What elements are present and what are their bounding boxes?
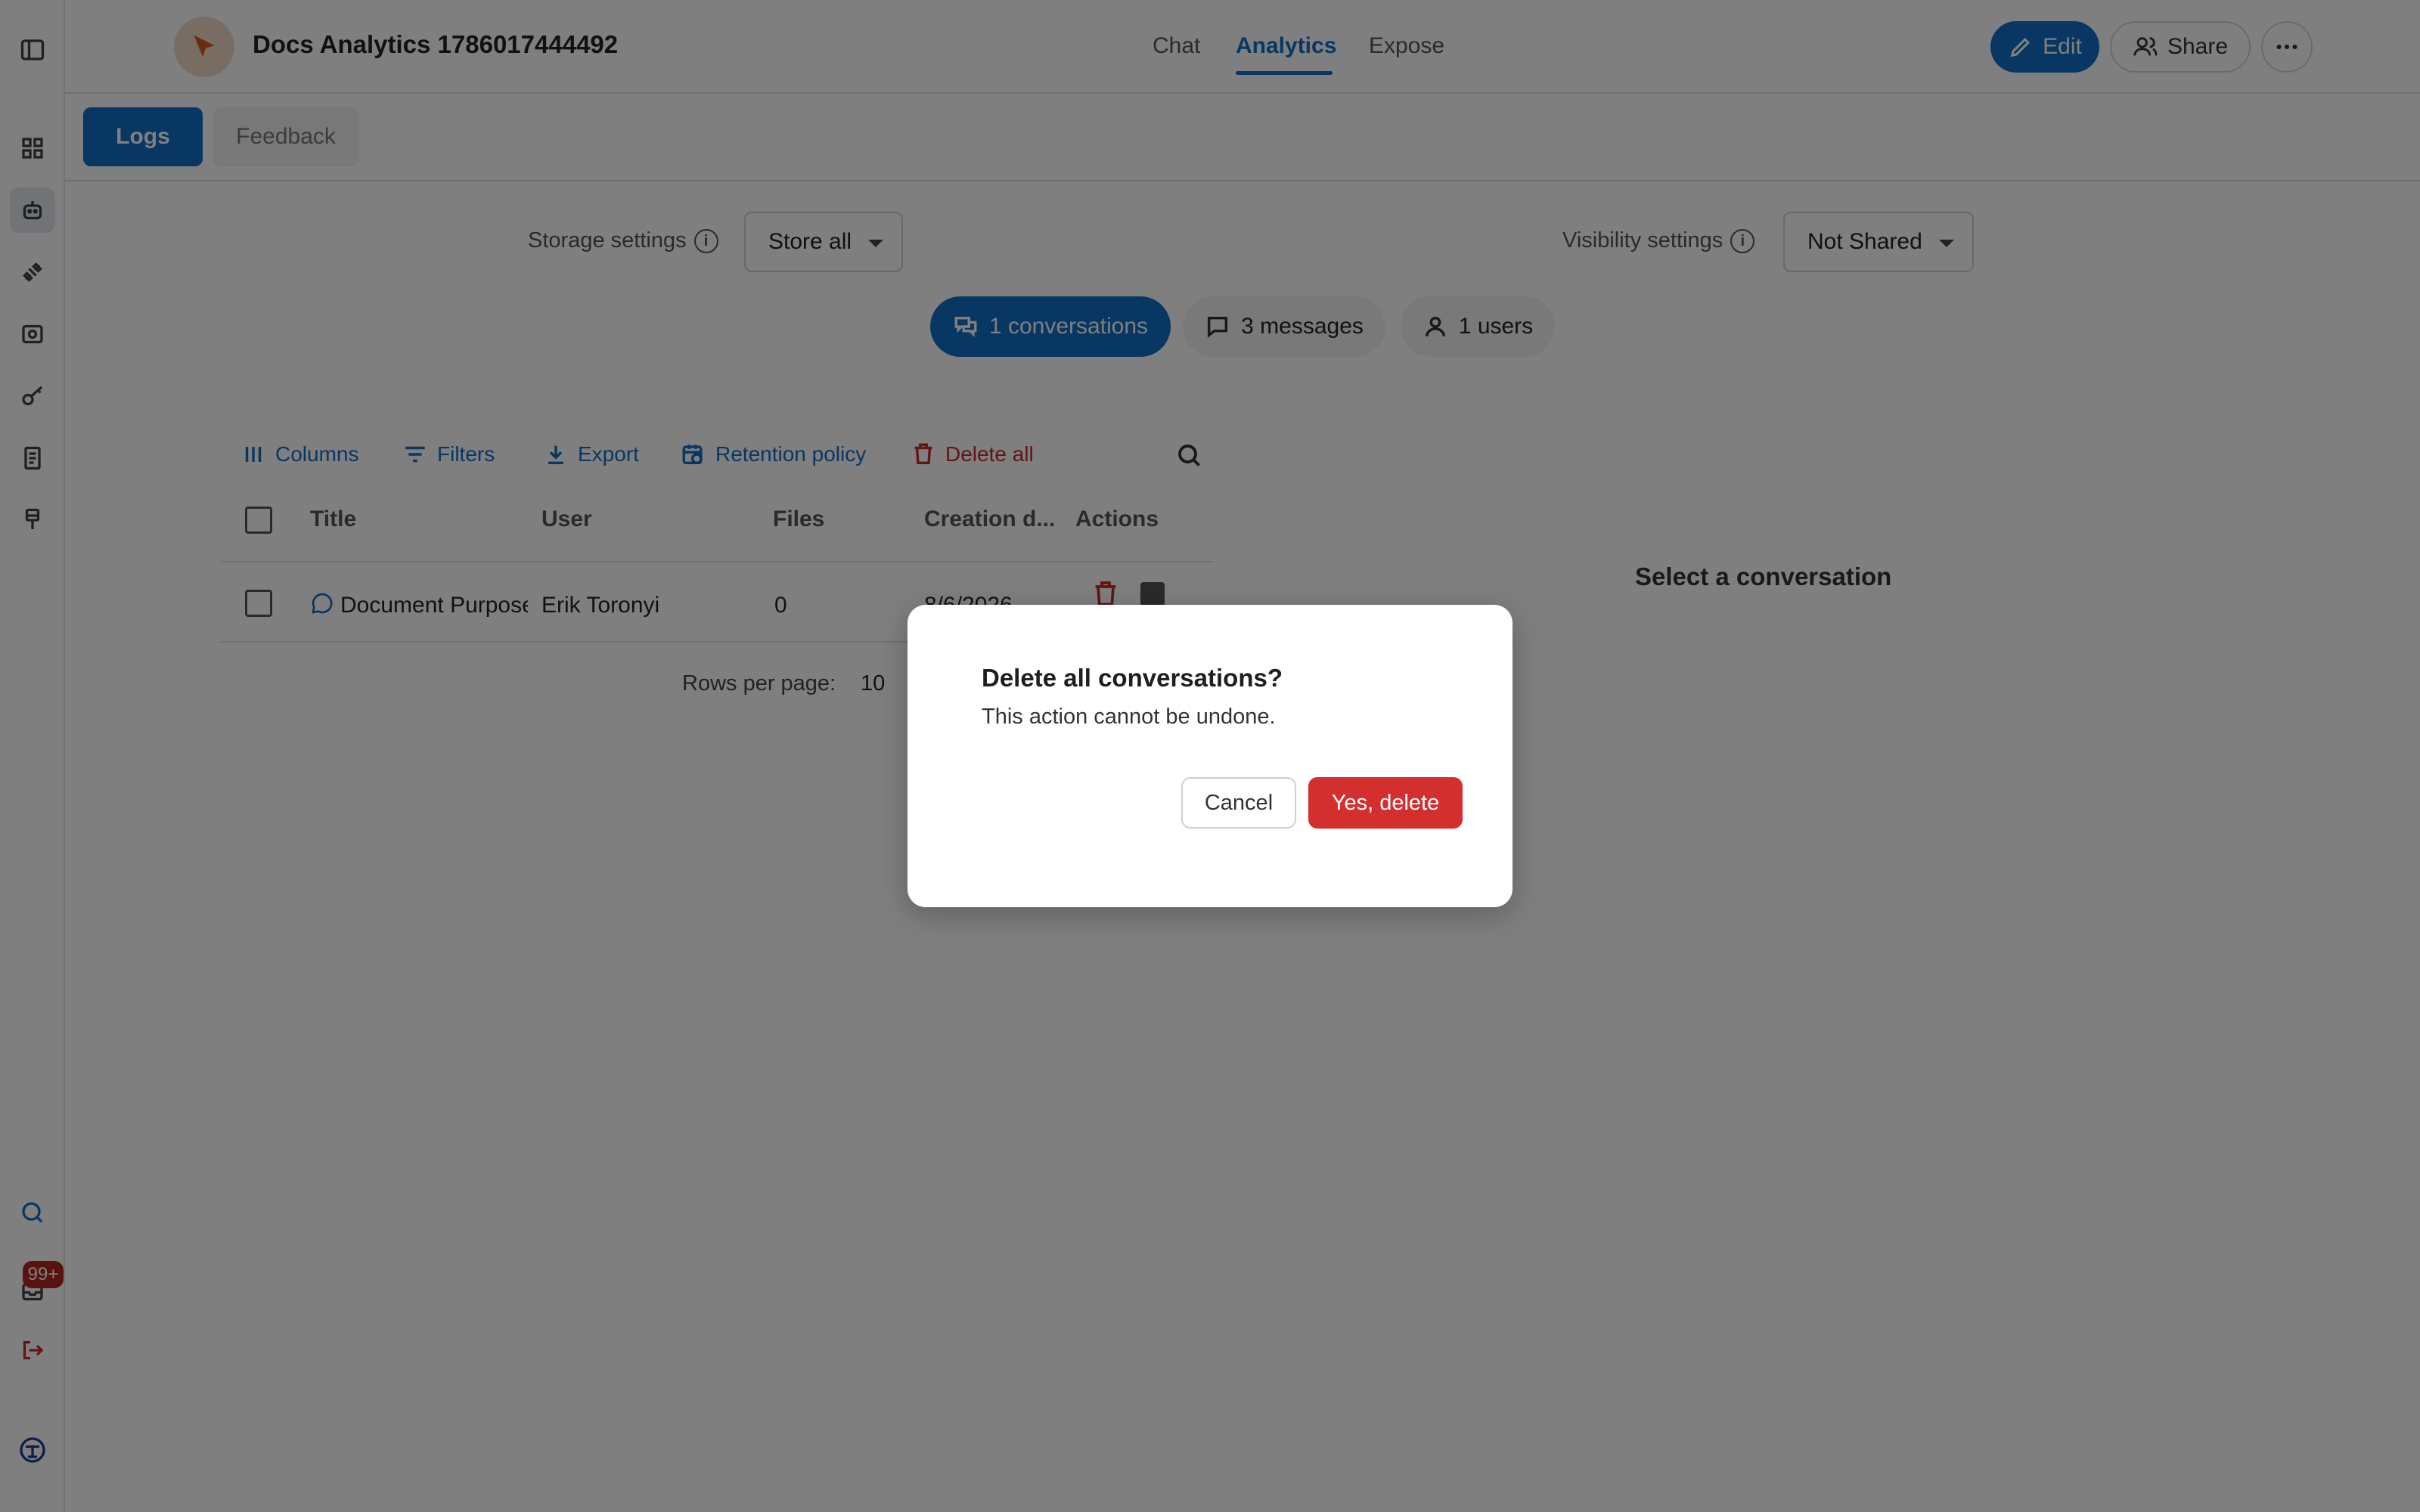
cancel-button[interactable]: Cancel bbox=[1181, 777, 1296, 829]
dialog-title: Delete all conversations? bbox=[982, 664, 1283, 692]
confirm-delete-button[interactable]: Yes, delete bbox=[1308, 777, 1463, 829]
dialog-message: This action cannot be undone. bbox=[982, 705, 1276, 729]
app-root: 99+ Docs Analytics 1786017444492 Chat An… bbox=[0, 0, 2420, 1512]
confirm-delete-dialog: Delete all conversations? This action ca… bbox=[908, 605, 1512, 907]
